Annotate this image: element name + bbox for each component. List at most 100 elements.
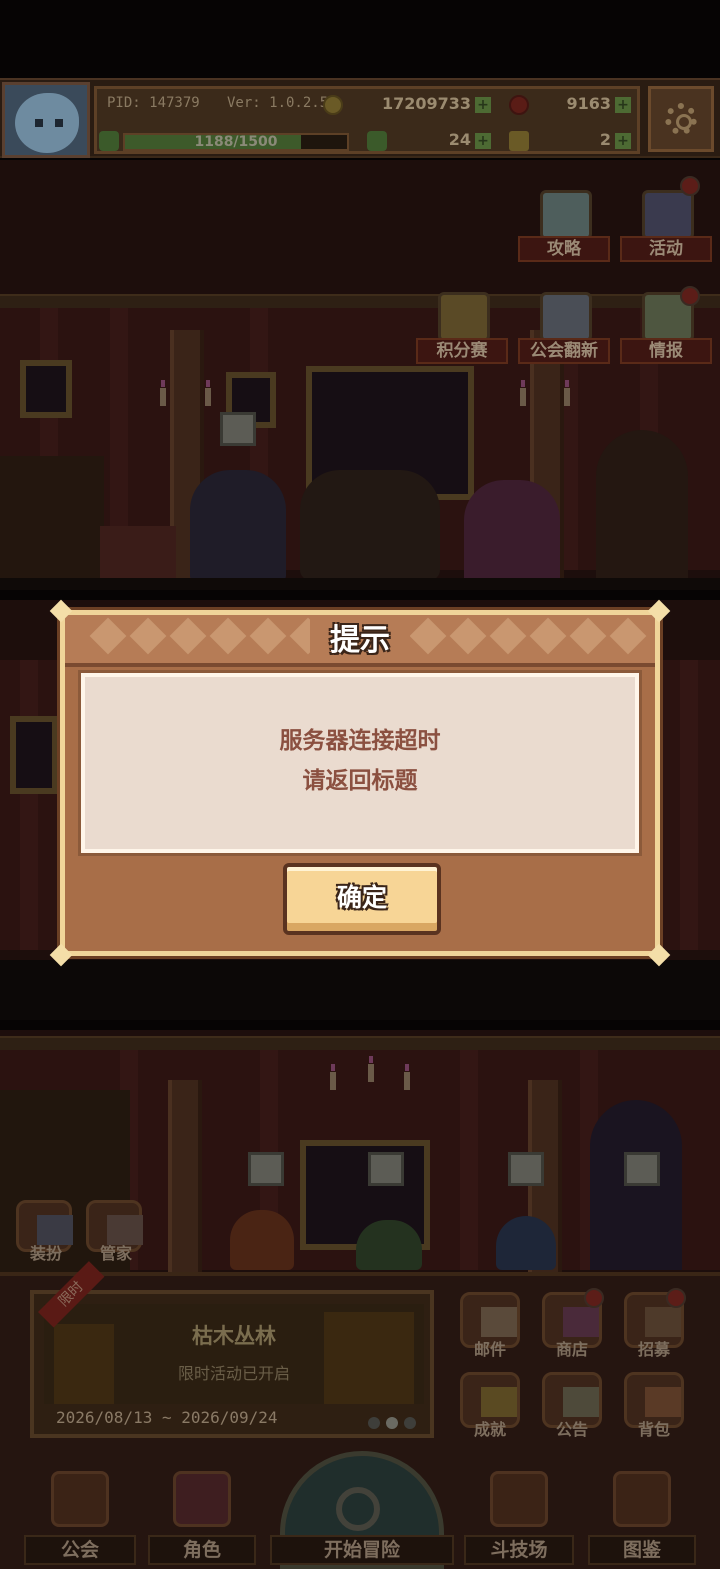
announcement-icon	[563, 1387, 599, 1417]
settings-button[interactable]	[648, 86, 714, 152]
side-button-events[interactable]: 活动	[620, 176, 712, 270]
backpack-icon	[645, 1387, 681, 1417]
event-title: 枯木丛林	[192, 1324, 276, 1348]
notification-dot	[666, 1288, 686, 1308]
slime-character[interactable]	[356, 1220, 422, 1270]
magnifier-icon	[336, 1487, 380, 1531]
speech-bubble-icon[interactable]	[508, 1152, 544, 1186]
speech-bubble-icon[interactable]	[368, 1152, 404, 1186]
notification-dot	[680, 286, 700, 306]
side-button-ranked[interactable]: 积分赛	[416, 292, 508, 372]
chest	[100, 526, 176, 582]
nav-label: 公会	[24, 1535, 136, 1565]
mail-label: 邮件	[473, 1340, 506, 1359]
nav-label: 图鉴	[588, 1535, 696, 1565]
side-button-label: 攻略	[518, 236, 610, 262]
mail-icon	[481, 1307, 517, 1337]
nav-start-adventure[interactable]: 开始冒险	[270, 1451, 454, 1569]
carousel-dot[interactable]	[368, 1417, 380, 1429]
add-key-icon[interactable]: +	[615, 133, 631, 149]
dialog-message-box: 服务器连接超时 请返回标题	[81, 673, 639, 853]
nav-label: 斗技场	[464, 1535, 574, 1565]
carousel-dot[interactable]	[404, 1417, 416, 1429]
energy-bar: 1188/1500	[123, 133, 349, 151]
dialog-message-line: 请返回标题	[302, 768, 418, 794]
chat-guide-icon	[540, 190, 592, 240]
key-icon	[509, 131, 529, 151]
event-subtitle: 限时活动已开启	[177, 1364, 290, 1383]
carousel-dots[interactable]	[362, 1414, 416, 1433]
guild-icon	[51, 1471, 109, 1527]
pink-haired-character[interactable]	[464, 480, 560, 584]
achievement-icon	[481, 1387, 517, 1417]
nav-label: 开始冒险	[270, 1535, 454, 1565]
gold-coin-icon	[323, 95, 343, 115]
side-button-intel[interactable]: 情报	[620, 286, 712, 372]
dressup-button[interactable]: 装扮	[10, 1200, 82, 1278]
hud-bar: PID: 147379 Ver: 1.0.2.5 17209733 + 9163…	[0, 78, 720, 158]
speech-bubble-icon[interactable]	[220, 412, 256, 446]
shop-label: 商店	[555, 1340, 588, 1359]
confirm-button-label: 确定	[336, 883, 387, 912]
codex-icon	[613, 1471, 671, 1527]
shop-icon	[563, 1307, 599, 1337]
renovate-icon	[540, 292, 592, 342]
speech-bubble-icon[interactable]	[248, 1152, 284, 1186]
key-amount: 2	[599, 130, 611, 149]
cauldron	[300, 470, 440, 580]
carousel-dot[interactable]	[386, 1417, 398, 1429]
side-button-guide[interactable]: 攻略	[518, 190, 610, 270]
side-button-label: 积分赛	[416, 338, 508, 364]
clover-amount: 24	[448, 130, 471, 149]
event-banner: 枯木丛林 限时活动已开启	[44, 1304, 424, 1404]
dark-haired-character[interactable]	[190, 470, 286, 580]
backpack-button[interactable]: 背包	[618, 1372, 690, 1450]
side-button-label: 情报	[620, 338, 712, 364]
stamina-leaf-icon	[99, 131, 119, 151]
bottom-nav: 公会 角色 开始冒险 斗技场 图鉴	[0, 1446, 720, 1569]
achievement-button[interactable]: 成就	[454, 1372, 526, 1450]
nav-codex[interactable]: 图鉴	[588, 1451, 696, 1569]
speech-bubble-icon[interactable]	[624, 1152, 660, 1186]
mail-button[interactable]: 邮件	[454, 1292, 526, 1370]
alert-dialog: 提示 服务器连接超时 请返回标题 确定	[49, 599, 671, 967]
nav-guild[interactable]: 公会	[24, 1451, 136, 1569]
dialog-header: 提示	[65, 615, 655, 667]
dialog-message-line: 服务器连接超时	[279, 728, 441, 754]
trophy-icon	[438, 292, 490, 342]
balloons-icon	[642, 190, 694, 240]
energy-value: 1188/1500	[194, 134, 278, 150]
gem-amount: 9163	[566, 94, 611, 113]
status-bar	[0, 0, 720, 78]
crossed-swords-icon	[490, 1471, 548, 1527]
recruit-icon	[645, 1307, 681, 1337]
recruit-label: 招募	[637, 1340, 670, 1359]
character-icon	[173, 1471, 231, 1527]
add-gem-icon[interactable]: +	[615, 97, 631, 113]
gold-amount: 17209733	[381, 94, 471, 113]
side-button-label: 公会翻新	[518, 338, 610, 364]
version-label: Ver: 1.0.2.5	[227, 95, 329, 111]
clover-icon	[367, 131, 387, 151]
ruby-gem-icon	[509, 95, 529, 115]
nav-arena[interactable]: 斗技场	[464, 1451, 574, 1569]
blue-character[interactable]	[496, 1216, 556, 1270]
player-id: PID: 147379	[107, 95, 200, 111]
add-gold-icon[interactable]: +	[475, 97, 491, 113]
event-dates: 2026/08/13 ~ 2026/09/24	[56, 1408, 278, 1427]
nav-character[interactable]: 角色	[148, 1451, 256, 1569]
bookshelf	[0, 456, 104, 586]
dialog-message: 服务器连接超时 请返回标题	[85, 721, 635, 801]
side-button-renovate[interactable]: 公会翻新	[518, 292, 610, 372]
fox-character[interactable]	[230, 1210, 294, 1270]
notification-dot	[584, 1288, 604, 1308]
notification-dot	[680, 176, 700, 196]
event-card[interactable]: 枯木丛林 限时活动已开启 限时 2026/08/13 ~ 2026/09/24	[30, 1261, 434, 1438]
confirm-button[interactable]: 确定	[283, 863, 441, 935]
announcement-button[interactable]: 公告	[536, 1372, 608, 1450]
add-clover-icon[interactable]: +	[475, 133, 491, 149]
shop-button[interactable]: 商店	[536, 1288, 608, 1370]
player-avatar[interactable]	[2, 82, 90, 158]
recruit-button[interactable]: 招募	[618, 1288, 690, 1370]
announcement-label: 公告	[555, 1420, 588, 1439]
